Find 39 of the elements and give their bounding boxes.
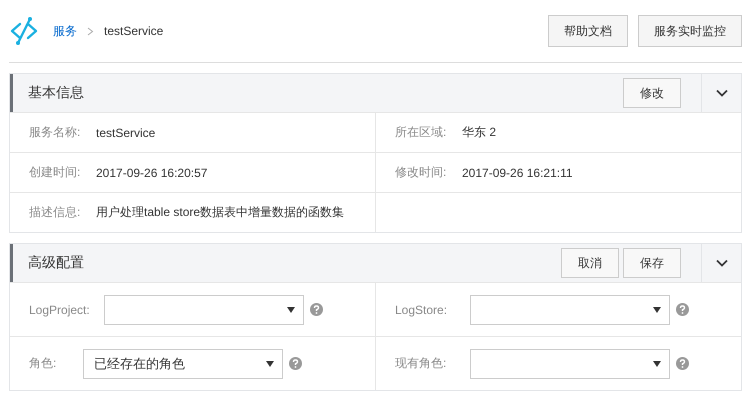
- panel-title: 高级配置: [28, 254, 84, 272]
- panel-button[interactable]: 修改: [623, 78, 681, 108]
- caret-down-icon: [653, 360, 661, 366]
- panel-button[interactable]: 保存: [623, 248, 681, 278]
- field-value: testService: [96, 126, 156, 140]
- field-value: 2017-09-26 16:21:11: [462, 166, 573, 180]
- header-button[interactable]: 帮助文档: [548, 15, 628, 47]
- caret-down-icon: [287, 306, 295, 312]
- field-label: 现有角色:: [395, 355, 448, 372]
- field-label: 描述信息:: [29, 204, 82, 221]
- field-label: 所在区域:: [395, 124, 448, 141]
- field-value: 华东 2: [462, 124, 496, 141]
- logo-icon: [9, 16, 39, 46]
- field-label: 创建时间:: [29, 164, 82, 181]
- chevron-down-icon: [716, 259, 728, 267]
- field-label: 服务名称:: [29, 124, 82, 141]
- caret-down-icon: [653, 306, 661, 312]
- field-label: 修改时间:: [395, 164, 448, 181]
- field-label: LogProject:: [29, 302, 91, 316]
- chevron-down-icon: [716, 89, 728, 97]
- select-field[interactable]: 已经存在的角色: [83, 348, 283, 378]
- caret-down-icon: [266, 360, 274, 366]
- help-icon[interactable]: [676, 303, 689, 316]
- field-value: 2017-09-26 16:20:57: [96, 166, 208, 180]
- breadcrumb-link[interactable]: 服务: [53, 22, 77, 40]
- field-value: 用户处理table store数据表中增量数据的函数集: [96, 204, 344, 221]
- field-label: LogStore:: [395, 302, 448, 316]
- select-field[interactable]: [104, 294, 304, 324]
- breadcrumb-current: testService: [104, 24, 164, 38]
- select-field[interactable]: [470, 348, 670, 378]
- chevron-right-icon: [87, 26, 94, 36]
- panel-button[interactable]: 取消: [561, 248, 619, 278]
- help-icon[interactable]: [310, 303, 323, 316]
- help-icon[interactable]: [676, 357, 689, 370]
- help-icon[interactable]: [289, 357, 302, 370]
- header-button[interactable]: 服务实时监控: [638, 15, 742, 47]
- select-field[interactable]: [470, 294, 670, 324]
- field-label: 角色:: [29, 355, 58, 372]
- panel-title: 基本信息: [28, 84, 84, 102]
